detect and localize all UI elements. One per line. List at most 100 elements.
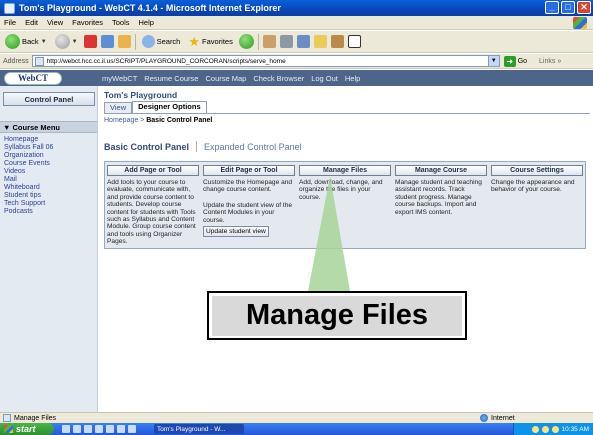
quick-launch-icon[interactable]: [84, 425, 92, 433]
update-student-view-button[interactable]: Update student view: [203, 226, 269, 238]
course-menu-item[interactable]: Syllabus Fall 06: [4, 144, 53, 152]
stop-icon[interactable]: [83, 35, 97, 48]
quick-launch-icon[interactable]: [117, 425, 125, 433]
quick-launch-icon[interactable]: [73, 425, 81, 433]
home-icon[interactable]: [117, 35, 131, 48]
page-icon: [34, 57, 44, 66]
messenger-icon[interactable]: [347, 35, 361, 48]
webct-nav: myWebCT Resume Course Course Map Check B…: [102, 74, 360, 83]
quick-launch: [62, 425, 136, 433]
menu-help[interactable]: Help: [139, 18, 154, 27]
manage-course-button[interactable]: Manage Course: [395, 165, 487, 176]
course-menu-item[interactable]: Course Events: [4, 160, 53, 168]
chevron-down-icon: ▼: [71, 38, 78, 45]
course-menu-item[interactable]: Homepage: [4, 136, 53, 144]
nav-log-out[interactable]: Log Out: [311, 74, 338, 83]
taskbar: start Tom's Playground - W... 10:35 AM: [0, 423, 593, 435]
column-description: Customize the Homepage and change course…: [203, 179, 293, 194]
tray-icon[interactable]: [531, 425, 539, 433]
taskbar-window-label: Tom's Playground - W...: [157, 425, 226, 433]
column-edit-page: Edit Page or Tool Customize the Homepage…: [203, 165, 295, 245]
control-panel-grid: Add Page or Tool Add tools to your cours…: [104, 161, 586, 249]
maximize-button[interactable]: □: [561, 1, 575, 14]
tray-icon[interactable]: [541, 425, 549, 433]
forward-button[interactable]: ▼: [53, 33, 80, 51]
course-menu-item[interactable]: Organization: [4, 152, 53, 160]
course-menu-item[interactable]: Student tips: [4, 192, 53, 200]
add-page-or-tool-button[interactable]: Add Page or Tool: [107, 165, 199, 176]
links-button[interactable]: Links »: [539, 58, 561, 65]
control-panel-button[interactable]: Control Panel: [3, 92, 95, 106]
course-menu-item[interactable]: Whiteboard: [4, 184, 53, 192]
taskbar-window-button[interactable]: Tom's Playground - W...: [154, 424, 244, 434]
tray-icon[interactable]: [551, 425, 559, 433]
menu-edit[interactable]: Edit: [25, 18, 38, 27]
toolbar-divider: [134, 33, 136, 50]
panel-tabs: Basic Control Panel Expanded Control Pan…: [104, 141, 302, 152]
manage-files-button[interactable]: Manage Files: [299, 165, 391, 176]
quick-launch-icon[interactable]: [128, 425, 136, 433]
column-manage-course: Manage Course Manage student and teachin…: [395, 165, 487, 245]
breadcrumb-home[interactable]: Homepage: [104, 117, 138, 124]
menu-favorites[interactable]: Favorites: [72, 18, 103, 27]
mail-icon[interactable]: [262, 35, 276, 48]
column-course-settings: Course Settings Change the appearance an…: [491, 165, 583, 245]
go-button[interactable]: ➜ Go: [503, 55, 527, 67]
course-menu-item[interactable]: Videos: [4, 168, 53, 176]
column-add-page: Add Page or Tool Add tools to your cours…: [107, 165, 199, 245]
folder-icon[interactable]: [313, 35, 327, 48]
breadcrumb-current: Basic Control Panel: [146, 117, 213, 124]
menu-tools[interactable]: Tools: [112, 18, 130, 27]
main-column: Tom's Playground View Designer Options H…: [104, 86, 590, 412]
course-menu-list: Homepage Syllabus Fall 06 Organization C…: [4, 136, 53, 216]
tab-expanded-control-panel[interactable]: Expanded Control Panel: [204, 142, 302, 152]
edit-page-or-tool-button[interactable]: Edit Page or Tool: [203, 165, 295, 176]
chevron-down-icon[interactable]: ▼: [487, 56, 499, 66]
window-title: Tom's Playground - WebCT 4.1.4 - Microso…: [19, 3, 281, 13]
tab-basic-control-panel[interactable]: Basic Control Panel: [104, 142, 189, 152]
zone-label: Internet: [491, 414, 515, 422]
menu-file[interactable]: File: [4, 18, 16, 27]
nav-mywebct[interactable]: myWebCT: [102, 74, 137, 83]
back-button[interactable]: Back ▼: [3, 33, 49, 51]
history-icon[interactable]: [238, 34, 254, 49]
tab-view[interactable]: View: [104, 102, 133, 113]
nav-course-map[interactable]: Course Map: [205, 74, 246, 83]
minimize-button[interactable]: _: [545, 1, 559, 14]
quick-launch-icon[interactable]: [62, 425, 70, 433]
favorites-button[interactable]: ★ Favorites: [186, 33, 235, 51]
column-description: Manage student and teaching assistant re…: [395, 179, 482, 216]
view-tabs: View Designer Options: [104, 101, 207, 113]
nav-resume-course[interactable]: Resume Course: [144, 74, 198, 83]
close-button[interactable]: ✕: [577, 1, 591, 14]
webct-logo[interactable]: WebCT: [4, 71, 62, 85]
breadcrumb: Homepage > Basic Control Panel: [104, 117, 212, 124]
research-icon[interactable]: [330, 35, 344, 48]
browser-toolbar: Back ▼ ▼ Search ★ Favorites: [0, 31, 593, 53]
status-text: Manage Files: [14, 414, 57, 422]
course-menu-heading[interactable]: ▼ Course Menu: [0, 121, 97, 133]
quick-launch-icon[interactable]: [106, 425, 114, 433]
column-description: Change the appearance and behavior of yo…: [491, 179, 575, 194]
course-menu-item[interactable]: Podcasts: [4, 208, 53, 216]
menu-view[interactable]: View: [47, 18, 63, 27]
clock: 10:35 AM: [561, 425, 589, 433]
nav-help[interactable]: Help: [345, 74, 360, 83]
refresh-icon[interactable]: [100, 35, 114, 48]
search-button[interactable]: Search: [140, 33, 183, 51]
tab-designer-options[interactable]: Designer Options: [132, 101, 207, 113]
menu-bar: File Edit View Favorites Tools Help: [0, 16, 593, 30]
toolbar-divider: [257, 33, 259, 50]
print-icon[interactable]: [279, 35, 293, 48]
tab-divider: [104, 113, 590, 114]
start-button[interactable]: start: [0, 423, 54, 435]
page-icon: [3, 414, 11, 422]
edit-icon[interactable]: [296, 35, 310, 48]
address-input[interactable]: http://webct.hcc.cc.il.us/SCRIPT/PLAYGRO…: [31, 55, 500, 67]
course-menu-item[interactable]: Mail: [4, 176, 53, 184]
nav-check-browser[interactable]: Check Browser: [253, 74, 304, 83]
course-menu-item[interactable]: Tech Support: [4, 200, 53, 208]
course-settings-button[interactable]: Course Settings: [491, 165, 583, 176]
quick-launch-icon[interactable]: [95, 425, 103, 433]
column-description: Add tools to your course to evaluate, co…: [107, 179, 196, 246]
